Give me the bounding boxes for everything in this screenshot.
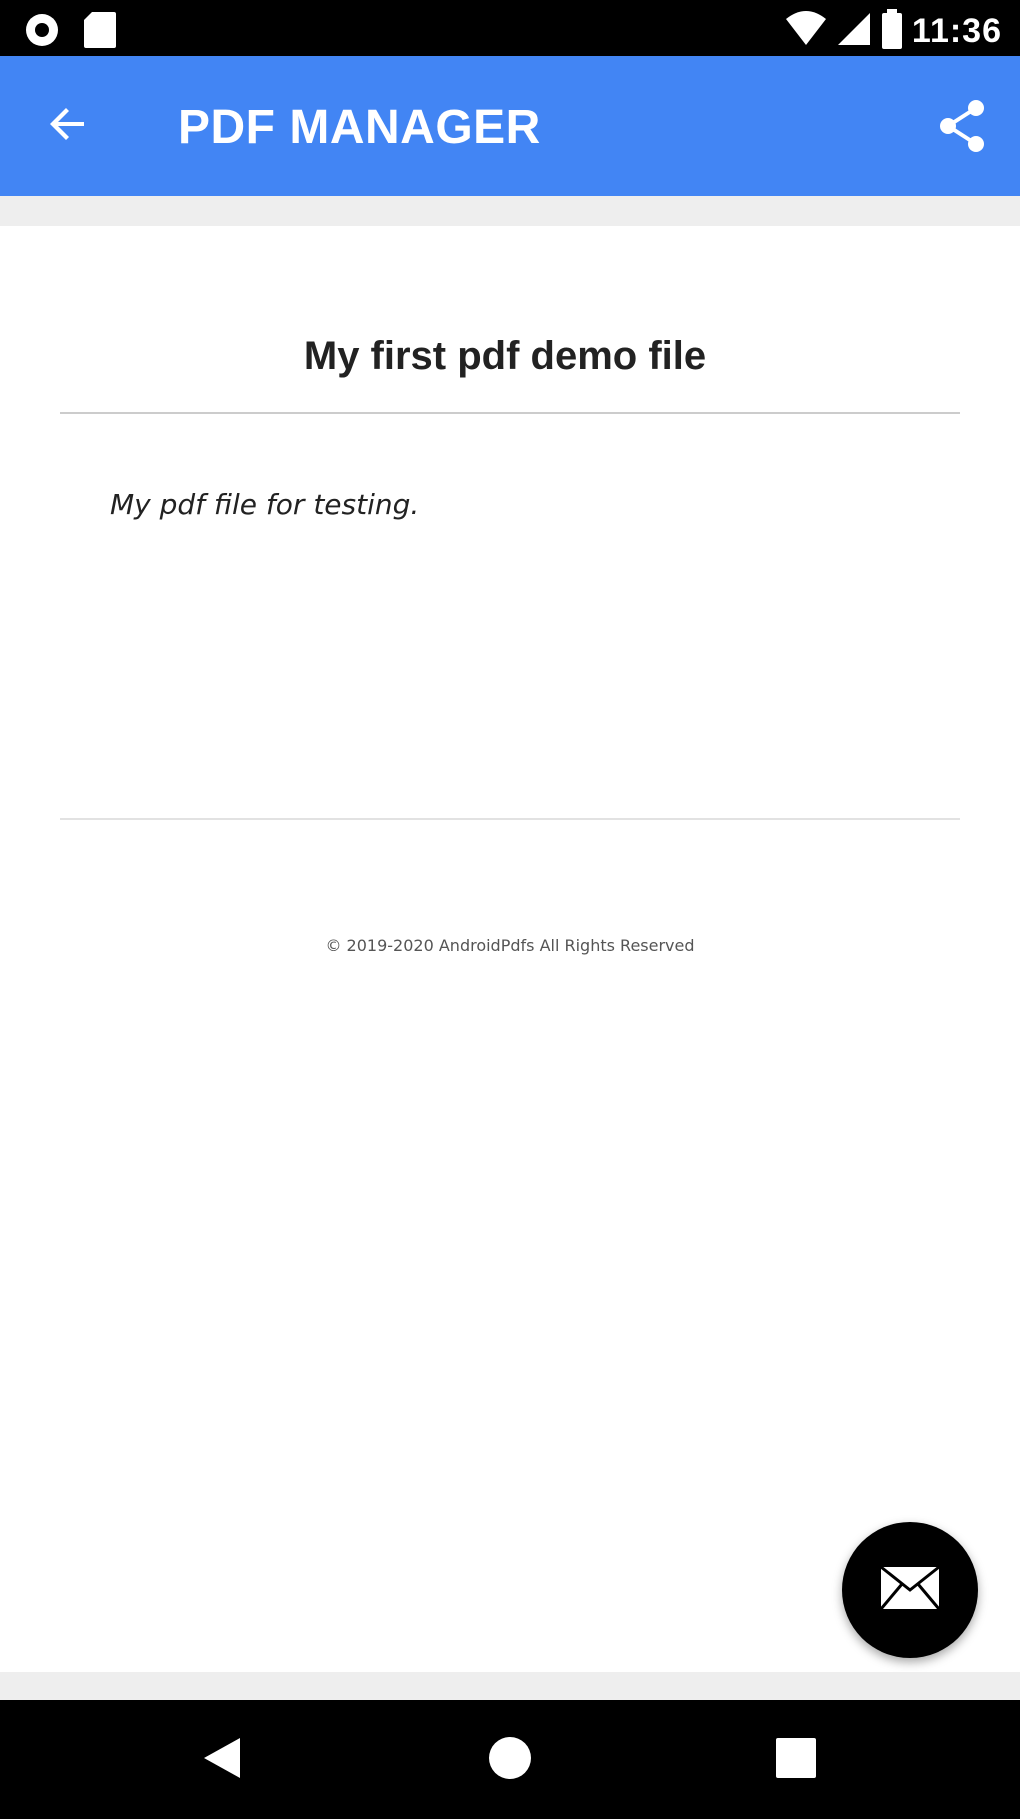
share-button[interactable] [930, 96, 994, 160]
mail-icon [878, 1564, 942, 1617]
status-bar: 11:36 [0, 0, 1020, 56]
status-time: 11:36 [911, 12, 1002, 50]
cell-signal-icon [836, 9, 872, 54]
share-icon [936, 98, 988, 159]
pdf-document-view[interactable]: My first pdf demo file My pdf file for t… [0, 226, 1020, 1672]
system-nav-bar [0, 1700, 1020, 1819]
nav-home-button[interactable] [480, 1730, 540, 1790]
app-bar: PDF MANAGER [0, 56, 1020, 196]
status-right-icons: 11:36 [784, 8, 1002, 55]
bottom-strip [0, 1672, 1020, 1700]
home-circle-icon [486, 1734, 534, 1787]
document-footer: © 2019-2020 AndroidPdfs All Rights Reser… [325, 936, 695, 955]
email-fab-button[interactable] [842, 1522, 978, 1658]
nav-back-button[interactable] [192, 1730, 252, 1790]
title-divider [60, 412, 960, 414]
toolbar-gap [0, 196, 1020, 226]
document-title: My first pdf demo file [303, 334, 707, 378]
recents-square-icon [774, 1736, 818, 1785]
battery-icon [880, 8, 904, 55]
sd-card-icon [82, 10, 118, 55]
document-body-text: My pdf file for testing. [110, 488, 420, 521]
status-left-icons [22, 10, 118, 55]
app-title: PDF MANAGER [178, 101, 541, 154]
nav-recents-button[interactable] [766, 1730, 826, 1790]
back-button[interactable] [38, 96, 98, 156]
wifi-icon [784, 9, 828, 54]
body-divider [60, 818, 960, 820]
back-triangle-icon [200, 1734, 244, 1787]
settings-gear-icon [22, 10, 62, 55]
arrow-back-icon [44, 100, 92, 153]
